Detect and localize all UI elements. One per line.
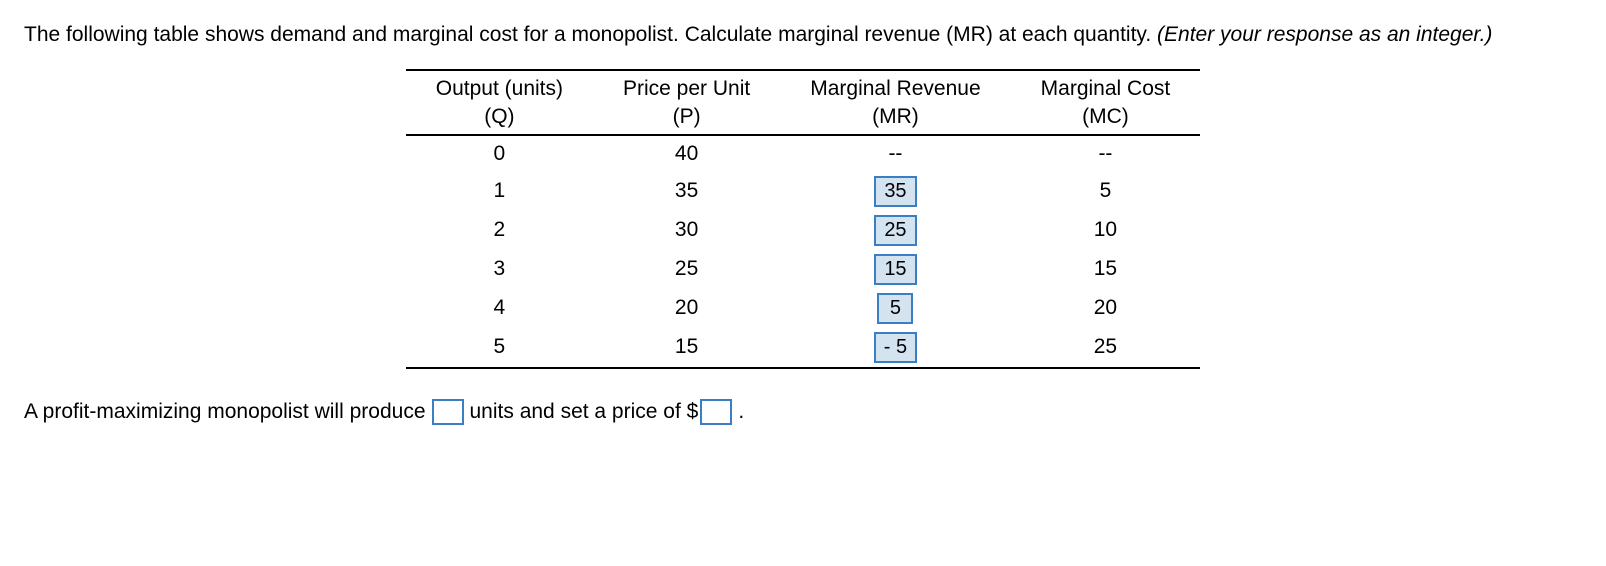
cell-output: 0 (406, 135, 593, 172)
cell-mc: -- (1011, 135, 1201, 172)
cell-mr: 15 (780, 250, 1010, 289)
table-body: 040----13535523025103251515420520515- 52… (406, 135, 1200, 368)
answer-part2: units and set a price of $ (470, 400, 699, 424)
header-mr: Marginal Revenue (MR) (780, 70, 1010, 135)
cell-price: 20 (593, 289, 780, 328)
cell-price: 30 (593, 211, 780, 250)
cell-mr: 25 (780, 211, 1010, 250)
cell-price: 25 (593, 250, 780, 289)
cell-mr: 5 (780, 289, 1010, 328)
question-text: The following table shows demand and mar… (24, 20, 1582, 49)
table-container: Output (units) (Q) Price per Unit (P) Ma… (24, 69, 1582, 369)
table-row: 040---- (406, 135, 1200, 172)
table-row: 515 - 5 25 (406, 328, 1200, 368)
cell-output: 4 (406, 289, 593, 328)
cell-mc: 20 (1011, 289, 1201, 328)
cell-output: 5 (406, 328, 593, 368)
cell-mr: -- (780, 135, 1010, 172)
cell-mc: 10 (1011, 211, 1201, 250)
table-header-row: Output (units) (Q) Price per Unit (P) Ma… (406, 70, 1200, 135)
header-output: Output (units) (Q) (406, 70, 593, 135)
mr-input[interactable]: 5 (877, 293, 913, 324)
mr-input[interactable]: - 5 (874, 332, 917, 363)
cell-output: 2 (406, 211, 593, 250)
answer-line: A profit-maximizing monopolist will prod… (24, 399, 1582, 425)
cell-mr: 35 (780, 172, 1010, 211)
mr-input[interactable]: 15 (874, 254, 916, 285)
table-row: 325 15 15 (406, 250, 1200, 289)
mr-input[interactable]: 25 (874, 215, 916, 246)
cell-output: 1 (406, 172, 593, 211)
price-input[interactable] (700, 399, 732, 425)
table-row: 420520 (406, 289, 1200, 328)
question-hint: (Enter your response as an integer.) (1157, 23, 1492, 46)
table-row: 135355 (406, 172, 1200, 211)
answer-part1: A profit-maximizing monopolist will prod… (24, 400, 426, 424)
cell-price: 35 (593, 172, 780, 211)
header-mc: Marginal Cost (MC) (1011, 70, 1201, 135)
answer-part3: . (738, 400, 744, 424)
question-main: The following table shows demand and mar… (24, 23, 1157, 46)
cell-output: 3 (406, 250, 593, 289)
cell-mc: 5 (1011, 172, 1201, 211)
cell-mr: - 5 (780, 328, 1010, 368)
mr-input[interactable]: 35 (874, 176, 916, 207)
cell-mc: 15 (1011, 250, 1201, 289)
cell-price: 40 (593, 135, 780, 172)
cell-mc: 25 (1011, 328, 1201, 368)
economics-table: Output (units) (Q) Price per Unit (P) Ma… (406, 69, 1200, 369)
cell-price: 15 (593, 328, 780, 368)
table-row: 230 25 10 (406, 211, 1200, 250)
header-price: Price per Unit (P) (593, 70, 780, 135)
units-input[interactable] (432, 399, 464, 425)
